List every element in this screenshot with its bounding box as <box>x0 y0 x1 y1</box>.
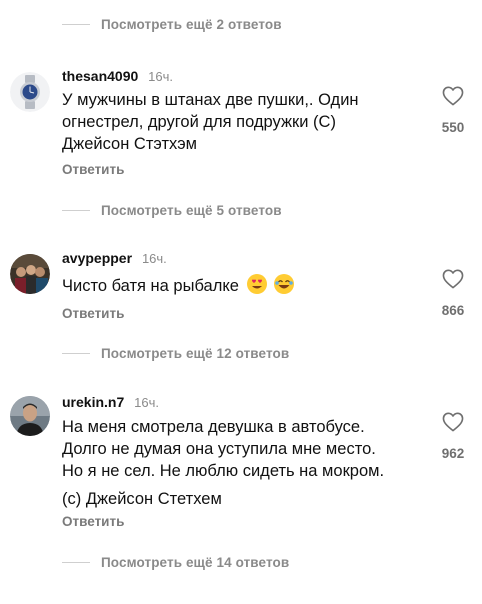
reply-button[interactable]: Ответить <box>62 514 124 529</box>
comment-header: urekin.n7 16ч. <box>62 394 159 410</box>
view-more-replies[interactable]: Посмотреть ещё 5 ответов <box>62 200 282 220</box>
heart-icon[interactable] <box>442 269 464 289</box>
username[interactable]: avypepper <box>62 250 132 266</box>
heart-icon[interactable] <box>442 412 464 432</box>
avatar[interactable] <box>10 254 50 294</box>
comment-line: огнестрел, другой для подружки (С) <box>62 113 336 131</box>
comment-line: Чисто батя на рыбалке <box>62 274 422 297</box>
comment-time: 16ч. <box>134 395 159 410</box>
view-more-label: Посмотреть ещё 12 ответов <box>101 345 290 361</box>
comment-line: У мужчины в штанах две пушки,. Один <box>62 91 359 109</box>
like-count: 550 <box>441 120 465 135</box>
view-more-replies[interactable]: Посмотреть ещё 2 ответов <box>62 14 282 34</box>
heart-icon[interactable] <box>442 86 464 106</box>
comment-text: На меня смотрела девушка в автобусе. Дол… <box>62 416 422 510</box>
avatar[interactable] <box>10 72 50 112</box>
heart-eyes-emoji-icon <box>246 274 267 294</box>
comment-text: У мужчины в штанах две пушки,. Один огне… <box>62 89 422 155</box>
view-more-replies[interactable]: Посмотреть ещё 12 ответов <box>62 343 289 363</box>
man-portrait-avatar-icon <box>10 396 50 436</box>
divider-line <box>62 352 90 354</box>
comment-line: Долго не думая она уступила мне место. <box>62 440 376 458</box>
divider-line <box>62 209 90 211</box>
username[interactable]: thesan4090 <box>62 68 138 84</box>
comment-header: avypepper 16ч. <box>62 250 167 266</box>
comment-line: Джейсон Стэтхэм <box>62 135 198 153</box>
like-control[interactable]: 550 <box>430 86 476 135</box>
comment-line: На меня смотрела девушка в автобусе. <box>62 418 365 436</box>
group-photo-avatar-icon <box>10 254 50 294</box>
view-more-label: Посмотреть ещё 14 ответов <box>101 554 290 570</box>
view-more-label: Посмотреть ещё 5 ответов <box>101 202 282 218</box>
comment-line-text: Чисто батя на рыбалке <box>62 277 239 295</box>
comment-time: 16ч. <box>141 251 167 266</box>
username[interactable]: urekin.n7 <box>62 394 124 410</box>
view-more-label: Посмотреть ещё 2 ответов <box>101 16 282 32</box>
view-more-replies[interactable]: Посмотреть ещё 14 ответов <box>62 552 289 572</box>
reply-button[interactable]: Ответить <box>62 162 124 177</box>
laughing-emoji-icon <box>274 274 295 294</box>
divider-line <box>62 561 90 563</box>
like-count: 866 <box>441 303 465 318</box>
comment-header: thesan4090 16ч. <box>62 68 173 84</box>
like-count: 962 <box>441 446 465 461</box>
avatar[interactable] <box>10 396 50 436</box>
comment-line: Но я не сел. Не люблю сидеть на мокром. <box>62 462 385 480</box>
watch-avatar-icon <box>10 72 50 112</box>
divider-line <box>62 23 90 25</box>
comment-line: (с) Джейсон Стетхем <box>62 490 222 508</box>
comment-time: 16ч. <box>148 69 174 84</box>
reply-button[interactable]: Ответить <box>62 306 124 321</box>
like-control[interactable]: 866 <box>430 269 476 318</box>
like-control[interactable]: 962 <box>430 412 476 461</box>
comment-text: Чисто батя на рыбалке <box>62 274 422 297</box>
